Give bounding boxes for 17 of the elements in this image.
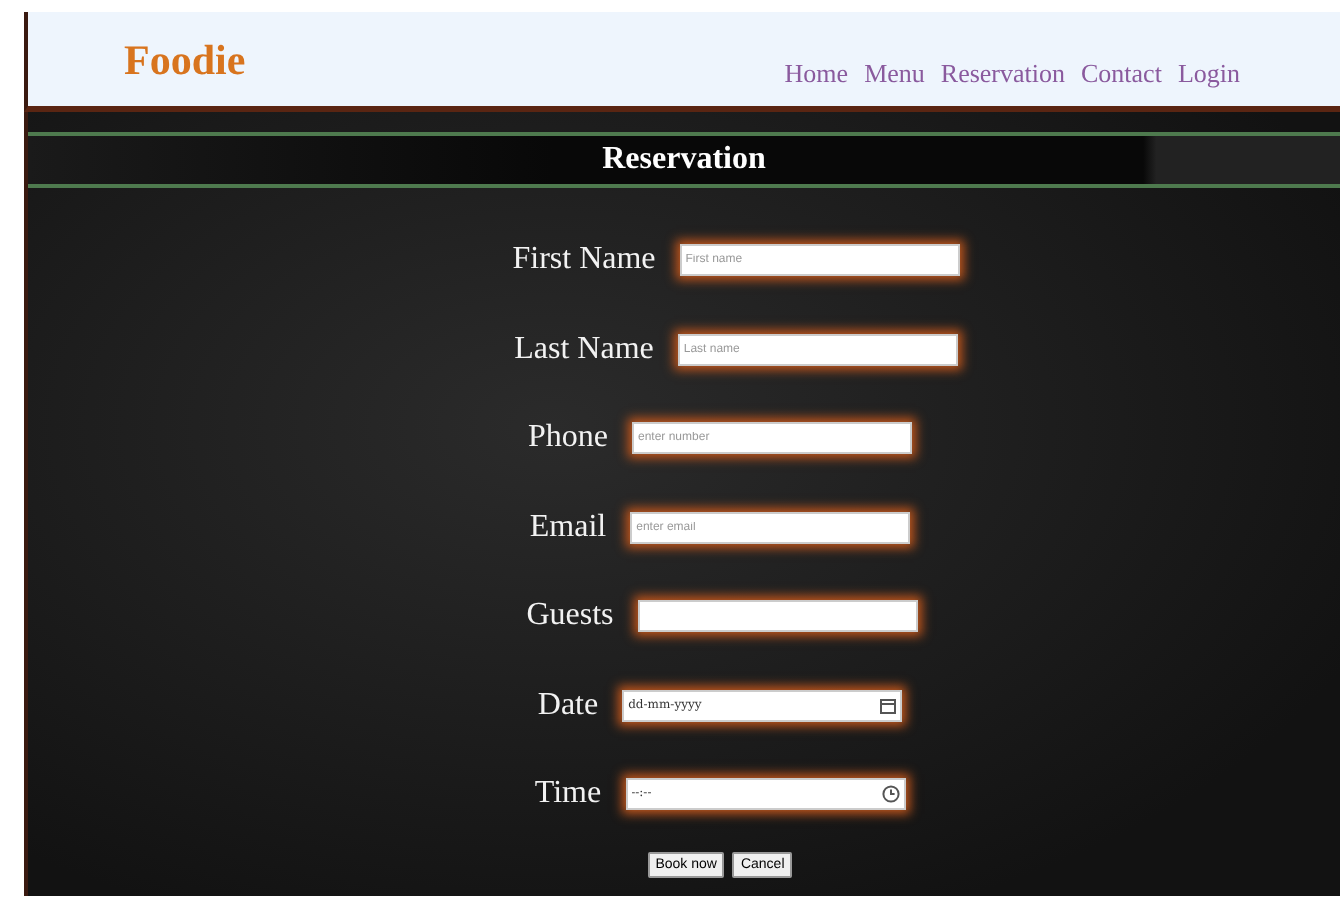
nav-link[interactable]: Menu — [864, 58, 925, 90]
text-field[interactable] — [637, 600, 918, 633]
nav-link[interactable]: Reservation — [940, 58, 1065, 90]
field-label: Phone — [528, 420, 608, 457]
field-label: Time — [534, 776, 602, 813]
field-label: First Name — [512, 242, 656, 279]
nav-link[interactable]: Home — [784, 58, 849, 90]
nav-link[interactable]: Login — [1177, 58, 1240, 90]
clock-icon[interactable] — [881, 785, 900, 804]
logo: Foodie — [124, 40, 246, 82]
field-label: Guests — [526, 598, 614, 635]
field-label: Last Name — [514, 331, 654, 368]
field-label: Email — [529, 509, 607, 546]
page-title: Reservation — [602, 142, 766, 178]
calendar-icon[interactable] — [880, 697, 897, 714]
field-label: Date — [537, 687, 599, 724]
nav-link[interactable]: Contact — [1081, 58, 1162, 90]
